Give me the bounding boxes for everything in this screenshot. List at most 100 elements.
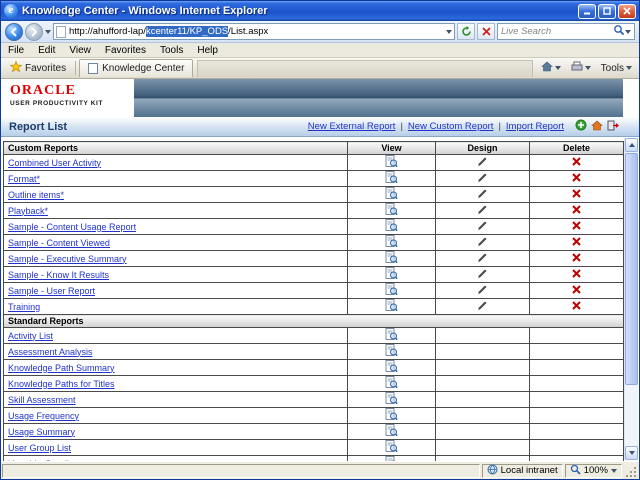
view-icon[interactable] xyxy=(385,344,398,359)
view-icon[interactable] xyxy=(385,440,398,455)
home-dropdown-icon[interactable] xyxy=(554,66,561,70)
table-row: Skill Assessment xyxy=(3,391,624,408)
view-icon[interactable] xyxy=(385,360,398,375)
report-link[interactable]: Sample - Content Usage Report xyxy=(8,222,136,232)
view-icon[interactable] xyxy=(385,376,398,391)
minimize-button[interactable] xyxy=(578,3,596,19)
scrollbar-thumb[interactable] xyxy=(625,153,638,385)
design-icon[interactable] xyxy=(477,285,488,297)
report-link[interactable]: User List Detail xyxy=(8,459,69,462)
view-icon[interactable] xyxy=(385,203,398,218)
print-button[interactable] xyxy=(567,58,595,78)
forward-button[interactable] xyxy=(25,22,43,41)
import-report-link[interactable]: Import Report xyxy=(506,121,564,132)
address-field[interactable]: http://ahufford-lap/kcenter11/KP_ODS/Lis… xyxy=(53,23,455,40)
new-custom-report-link[interactable]: New Custom Report xyxy=(408,121,494,132)
delete-icon[interactable] xyxy=(572,237,581,248)
stop-button[interactable] xyxy=(477,23,495,40)
add-icon[interactable] xyxy=(575,119,587,134)
scroll-up-icon[interactable] xyxy=(625,138,638,152)
delete-icon[interactable] xyxy=(572,285,581,296)
report-link[interactable]: Combined User Activity xyxy=(8,158,101,168)
report-link[interactable]: Assessment Analysis xyxy=(8,347,93,357)
search-box[interactable]: Live Search xyxy=(497,23,635,40)
view-icon[interactable] xyxy=(385,267,398,282)
view-icon[interactable] xyxy=(385,328,398,343)
report-link[interactable]: Sample - Content Viewed xyxy=(8,238,110,248)
view-icon[interactable] xyxy=(385,219,398,234)
menu-view[interactable]: View xyxy=(62,45,98,56)
design-icon[interactable] xyxy=(477,189,488,201)
view-icon[interactable] xyxy=(385,299,398,314)
vertical-scrollbar[interactable] xyxy=(624,138,638,460)
custom-reports-header-row: Custom Reports View Design Delete xyxy=(3,141,624,155)
view-icon[interactable] xyxy=(385,155,398,170)
report-link[interactable]: Skill Assessment xyxy=(8,395,76,405)
history-dropdown-icon[interactable] xyxy=(45,29,51,34)
tools-button[interactable]: Tools xyxy=(597,62,636,75)
home-button[interactable] xyxy=(537,58,565,78)
back-button[interactable] xyxy=(5,22,23,41)
view-icon[interactable] xyxy=(385,171,398,186)
delete-icon[interactable] xyxy=(572,189,581,200)
menu-edit[interactable]: Edit xyxy=(31,45,62,56)
design-icon[interactable] xyxy=(477,301,488,313)
view-icon[interactable] xyxy=(385,408,398,423)
view-icon[interactable] xyxy=(385,392,398,407)
tools-dropdown-icon[interactable] xyxy=(626,66,632,70)
zoom-dropdown-icon[interactable] xyxy=(611,468,617,473)
home-icon[interactable] xyxy=(591,120,603,134)
design-icon[interactable] xyxy=(477,173,488,185)
report-link[interactable]: User Group List xyxy=(8,443,71,453)
report-link[interactable]: Training xyxy=(8,302,40,312)
design-icon[interactable] xyxy=(477,205,488,217)
search-icon[interactable] xyxy=(613,23,625,41)
delete-icon[interactable] xyxy=(572,173,581,184)
menu-favorites[interactable]: Favorites xyxy=(98,45,153,56)
print-dropdown-icon[interactable] xyxy=(584,66,591,70)
new-external-report-link[interactable]: New External Report xyxy=(308,121,396,132)
design-icon[interactable] xyxy=(477,269,488,281)
view-icon[interactable] xyxy=(385,424,398,439)
report-link[interactable]: Sample - User Report xyxy=(8,286,95,296)
address-dropdown-icon[interactable] xyxy=(446,29,452,34)
menu-help[interactable]: Help xyxy=(190,45,225,56)
view-icon[interactable] xyxy=(385,251,398,266)
zoom-panel[interactable]: 100% xyxy=(564,463,622,478)
view-icon[interactable] xyxy=(385,235,398,250)
view-icon[interactable] xyxy=(385,187,398,202)
favorites-button[interactable]: Favorites xyxy=(4,59,72,78)
report-link[interactable]: Activity List xyxy=(8,331,53,341)
delete-icon[interactable] xyxy=(572,301,581,312)
delete-icon[interactable] xyxy=(572,221,581,232)
delete-icon[interactable] xyxy=(572,269,581,280)
report-link[interactable]: Sample - Executive Summary xyxy=(8,254,127,264)
close-button[interactable] xyxy=(618,3,636,19)
report-link[interactable]: Knowledge Path Summary xyxy=(8,363,115,373)
design-icon[interactable] xyxy=(477,237,488,249)
view-icon[interactable] xyxy=(385,283,398,298)
resize-grip[interactable] xyxy=(624,465,638,479)
scroll-down-icon[interactable] xyxy=(625,446,638,460)
tab-knowledge-center[interactable]: Knowledge Center xyxy=(79,59,194,77)
menu-file[interactable]: File xyxy=(1,45,31,56)
design-icon[interactable] xyxy=(477,157,488,169)
delete-icon[interactable] xyxy=(572,157,581,168)
maximize-button[interactable] xyxy=(598,3,616,19)
report-link[interactable]: Playback* xyxy=(8,206,48,216)
exit-icon[interactable] xyxy=(607,120,620,134)
report-list-header: Report List New External Report | New Cu… xyxy=(1,117,639,137)
delete-icon[interactable] xyxy=(572,253,581,264)
report-link[interactable]: Format* xyxy=(8,174,40,184)
refresh-button[interactable] xyxy=(457,23,475,40)
report-link[interactable]: Usage Summary xyxy=(8,427,75,437)
search-dropdown-icon[interactable] xyxy=(625,29,631,34)
report-link[interactable]: Knowledge Paths for Titles xyxy=(8,379,115,389)
design-icon[interactable] xyxy=(477,253,488,265)
delete-icon[interactable] xyxy=(572,205,581,216)
menu-tools[interactable]: Tools xyxy=(153,45,190,56)
report-link[interactable]: Outline items* xyxy=(8,190,64,200)
report-link[interactable]: Usage Frequency xyxy=(8,411,79,421)
report-link[interactable]: Sample - Know It Results xyxy=(8,270,109,280)
design-icon[interactable] xyxy=(477,221,488,233)
